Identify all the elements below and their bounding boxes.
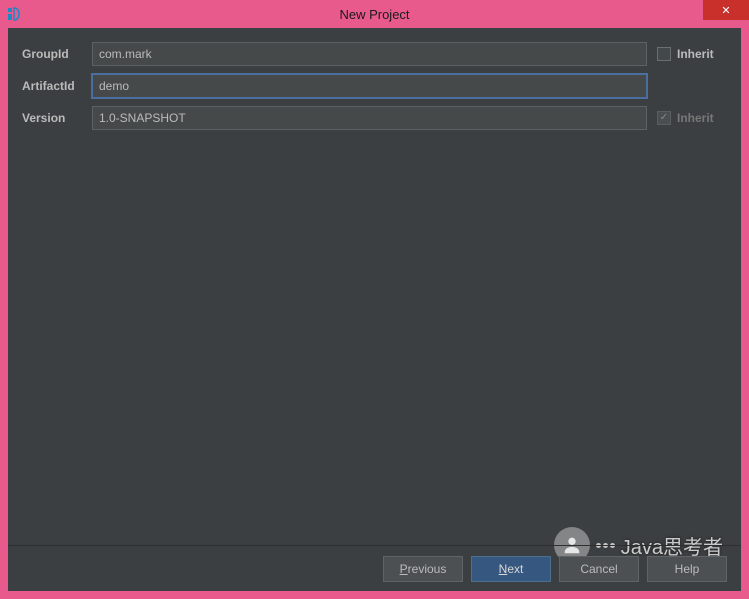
window-frame: New Project ✕ GroupId Inherit ArtifactId <box>0 0 749 599</box>
app-icon <box>4 4 24 24</box>
row-artifactid: ArtifactId <box>22 74 727 98</box>
checkbox-inherit-version[interactable]: ✓ <box>657 111 671 125</box>
dialog-body: GroupId Inherit ArtifactId Version ✓ <box>8 28 741 591</box>
inherit-label-groupid: Inherit <box>677 47 714 61</box>
label-version: Version <box>22 111 92 125</box>
cancel-button[interactable]: Cancel <box>559 556 639 582</box>
input-version[interactable] <box>92 106 647 130</box>
row-version: Version ✓ Inherit <box>22 106 727 130</box>
input-artifactid[interactable] <box>92 74 647 98</box>
inherit-groupid[interactable]: Inherit <box>657 47 727 61</box>
label-artifactid: ArtifactId <box>22 79 92 93</box>
close-button[interactable]: ✕ <box>703 0 749 20</box>
checkbox-inherit-groupid[interactable] <box>657 47 671 61</box>
previous-button[interactable]: Previous <box>383 556 463 582</box>
window-title: New Project <box>0 7 749 22</box>
input-groupid[interactable] <box>92 42 647 66</box>
row-groupid: GroupId Inherit <box>22 42 727 66</box>
next-button[interactable]: Next <box>471 556 551 582</box>
help-button[interactable]: Help <box>647 556 727 582</box>
button-bar: Previous Next Cancel Help <box>8 545 741 591</box>
form-area: GroupId Inherit ArtifactId Version ✓ <box>8 28 741 545</box>
titlebar[interactable]: New Project ✕ <box>0 0 749 28</box>
inherit-label-version: Inherit <box>677 111 714 125</box>
inherit-version[interactable]: ✓ Inherit <box>657 111 727 125</box>
close-icon: ✕ <box>721 4 730 17</box>
label-groupid: GroupId <box>22 47 92 61</box>
